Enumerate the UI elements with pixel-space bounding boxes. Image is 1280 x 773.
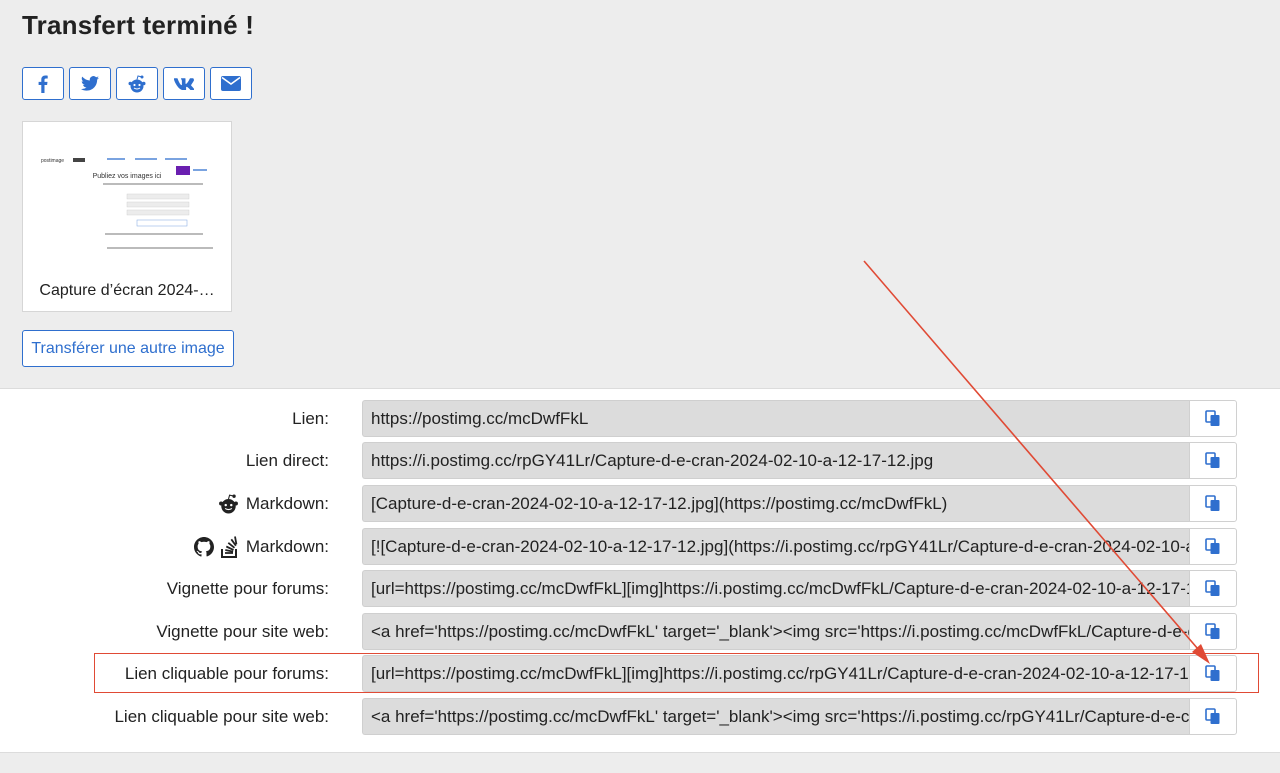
twitter-share-button[interactable] [69,67,111,100]
copy-icon [1205,538,1220,554]
link-field[interactable]: <a href='https://postimg.cc/mcDwfFkL' ta… [362,698,1189,735]
copy-icon [1205,410,1220,426]
link-label: Lien cliquable pour forums: [124,663,329,683]
facebook-share-button[interactable] [22,67,64,100]
link-field[interactable]: [![Capture-d-e-cran-2024-02-10-a-12-17-1… [362,528,1189,565]
link-field[interactable]: https://postimg.cc/mcDwfFkL [362,400,1189,437]
link-row: Markdown: [Capture-d-e-cran-2024-02-10-a… [0,485,1280,522]
copy-icon [1205,708,1220,724]
link-label: Markdown: [245,536,329,556]
link-label: Lien cliquable pour site web: [114,706,329,726]
email-share-button[interactable] [210,67,252,100]
reddit-icon [218,493,238,513]
github-icon [193,536,214,557]
link-field[interactable]: https://i.postimg.cc/rpGY41Lr/Capture-d-… [362,442,1189,479]
copy-icon [1205,452,1220,468]
link-field[interactable]: <a href='https://postimg.cc/mcDwfFkL' ta… [362,613,1189,650]
upload-another-button[interactable]: Transférer une autre image [22,330,234,367]
copy-button[interactable] [1189,485,1237,522]
copy-button[interactable] [1189,613,1237,650]
uploaded-image-card[interactable]: postimage Publiez vos images ici Capture… [22,121,232,312]
link-label: Markdown: [245,493,329,513]
copy-button[interactable] [1189,655,1237,692]
copy-icon [1205,495,1220,511]
copy-button[interactable] [1189,698,1237,735]
link-row: Lien: https://postimg.cc/mcDwfFkL [0,400,1280,437]
link-row: Lien direct: https://i.postimg.cc/rpGY41… [0,442,1280,479]
thumbnail-heading-text: Publiez vos images ici [93,173,162,180]
stackoverflow-icon [220,535,238,558]
copy-button[interactable] [1189,442,1237,479]
link-row: Vignette pour forums: [url=https://posti… [0,570,1280,607]
image-thumbnail[interactable]: postimage Publiez vos images ici [37,152,217,282]
link-row: Lien cliquable pour site web: <a href='h… [0,698,1280,735]
thumbnail-logo-text: postimage [41,158,64,164]
facebook-icon [38,75,48,93]
copy-button[interactable] [1189,400,1237,437]
link-field[interactable]: [url=https://postimg.cc/mcDwfFkL][img]ht… [362,570,1189,607]
vk-icon [174,77,194,90]
link-field[interactable]: [url=https://postimg.cc/mcDwfFkL][img]ht… [362,655,1189,692]
twitter-icon [81,76,99,91]
reddit-icon [128,74,146,92]
link-row: Markdown: [![Capture-d-e-cran-2024-02-10… [0,528,1280,565]
copy-icon [1205,623,1220,639]
vk-share-button[interactable] [163,67,205,100]
copy-button[interactable] [1189,528,1237,565]
copy-icon [1205,665,1220,681]
image-caption: Capture d’écran 2024-… [39,282,215,299]
share-buttons [22,67,252,100]
copy-button[interactable] [1189,570,1237,607]
link-row: Vignette pour site web: <a href='https:/… [0,613,1280,650]
link-label: Vignette pour forums: [166,578,329,598]
page-title: Transfert terminé ! [22,10,255,40]
link-row: Lien cliquable pour forums: [url=https:/… [0,655,1280,692]
envelope-icon [221,76,241,91]
link-label: Vignette pour site web: [156,621,329,641]
link-label: Lien direct: [245,450,329,470]
copy-icon [1205,580,1220,596]
reddit-share-button[interactable] [116,67,158,100]
link-label: Lien: [292,408,329,428]
link-field[interactable]: [Capture-d-e-cran-2024-02-10-a-12-17-12.… [362,485,1189,522]
